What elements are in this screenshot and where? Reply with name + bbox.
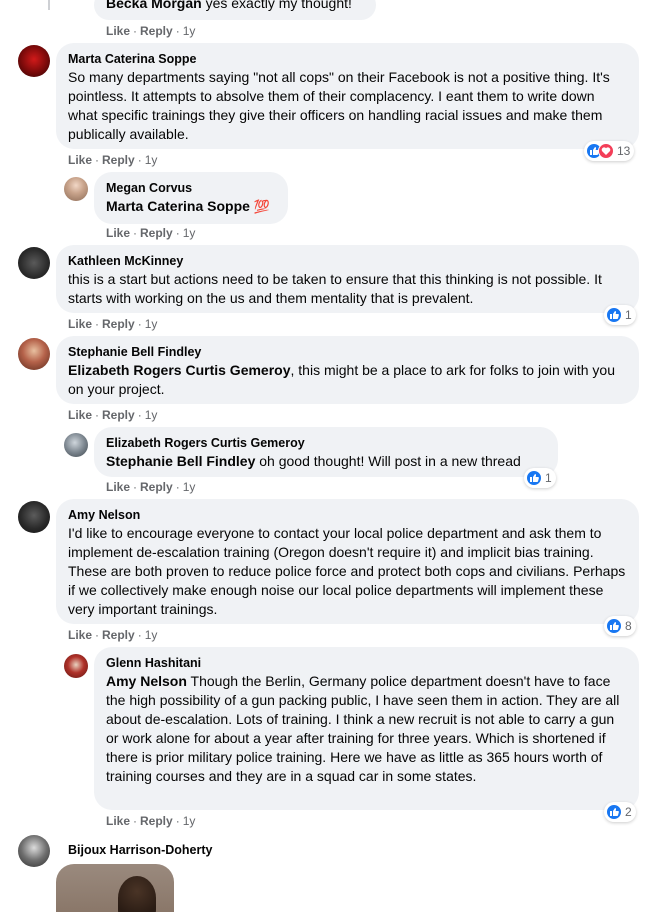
reaction-summary[interactable]: 1 (604, 305, 636, 325)
comment-text: So many departments saying "not all cops… (68, 69, 610, 142)
like-button[interactable]: Like (68, 317, 92, 331)
comment-author[interactable]: Stephanie Bell Findley (68, 344, 627, 360)
reply-button[interactable]: Reply (140, 814, 173, 828)
mention-link[interactable]: Amy Nelson (106, 673, 187, 689)
reply-button[interactable]: Reply (102, 317, 135, 331)
reaction-count: 13 (617, 144, 631, 158)
comment-actions: Like · Reply · 1y (106, 24, 196, 38)
comment-bubble: Elizabeth Rogers Curtis Gemeroy Stephani… (94, 427, 558, 477)
avatar[interactable] (18, 247, 50, 279)
comment-time[interactable]: 1y (145, 317, 158, 331)
comment-bubble: Becka Morgan yes exactly my thought! (94, 0, 376, 20)
reply-button[interactable]: Reply (102, 628, 135, 642)
comment-author[interactable]: Becka Morgan (106, 0, 202, 11)
like-button[interactable]: Like (106, 814, 130, 828)
like-button[interactable]: Like (68, 628, 92, 642)
comment-time[interactable]: 1y (183, 480, 196, 494)
reaction-count: 1 (625, 308, 632, 322)
reply-button[interactable]: Reply (140, 226, 173, 240)
reaction-summary[interactable]: 1 (524, 468, 556, 488)
avatar[interactable] (64, 177, 88, 201)
comment-author[interactable]: Glenn Hashitani (106, 655, 627, 671)
avatar[interactable] (18, 501, 50, 533)
comment-actions: Like · Reply · 1y (106, 226, 196, 240)
avatar[interactable] (64, 654, 88, 678)
comment-author[interactable]: Amy Nelson (68, 507, 627, 523)
comment-text: Marta Caterina Soppe 💯 (106, 197, 276, 216)
like-button[interactable]: Like (68, 153, 92, 167)
like-icon (526, 470, 542, 486)
comment-actions: Like · Reply · 1y (106, 480, 196, 494)
comment-text: Amy Nelson Though the Berlin, Germany po… (106, 673, 620, 784)
comment-bubble: Marta Caterina Soppe So many departments… (56, 43, 639, 149)
avatar[interactable] (18, 835, 50, 867)
reply-button[interactable]: Reply (140, 24, 173, 38)
like-icon (606, 804, 622, 820)
hundred-emoji: 💯 (253, 199, 271, 214)
comment-text: I'd like to encourage everyone to contac… (68, 525, 626, 617)
comment-time[interactable]: 1y (183, 226, 196, 240)
comment-text: Stephanie Bell Findley oh good thought! … (106, 453, 521, 469)
avatar[interactable] (18, 338, 50, 370)
avatar[interactable] (64, 433, 88, 457)
like-icon (606, 307, 622, 323)
like-button[interactable]: Like (106, 480, 130, 494)
reply-button[interactable]: Reply (102, 408, 135, 422)
reaction-count: 1 (545, 471, 552, 485)
comment-bubble: Megan Corvus Marta Caterina Soppe 💯 (94, 172, 288, 224)
comment-actions: Like · Reply · 1y (68, 628, 158, 642)
mention-link[interactable]: Marta Caterina Soppe (106, 198, 250, 214)
like-button[interactable]: Like (68, 408, 92, 422)
reaction-count: 8 (625, 619, 632, 633)
comment-bubble: Glenn Hashitani Amy Nelson Though the Be… (94, 647, 639, 810)
comment-text: Becka Morgan yes exactly my thought! (106, 0, 352, 11)
comment-author[interactable]: Marta Caterina Soppe (68, 51, 627, 67)
reaction-summary[interactable]: 13 (584, 141, 635, 161)
comment-author[interactable]: Megan Corvus (106, 180, 276, 196)
comment-text: this is a start but actions need to be t… (68, 271, 602, 306)
comment-time[interactable]: 1y (183, 24, 196, 38)
comment-actions: Like · Reply · 1y (68, 317, 158, 331)
comment-actions: Like · Reply · 1y (68, 408, 158, 422)
comment-author[interactable]: Elizabeth Rogers Curtis Gemeroy (106, 435, 546, 451)
comment-author[interactable]: Bijoux Harrison-Doherty (68, 842, 212, 858)
reaction-count: 2 (625, 805, 632, 819)
like-button[interactable]: Like (106, 226, 130, 240)
reaction-summary[interactable]: 8 (604, 616, 636, 636)
avatar[interactable] (18, 45, 50, 77)
comment-time[interactable]: 1y (145, 408, 158, 422)
comment-time[interactable]: 1y (183, 814, 196, 828)
comment-text: Elizabeth Rogers Curtis Gemeroy, this mi… (68, 362, 616, 397)
mention-link[interactable]: Elizabeth Rogers Curtis Gemeroy (68, 362, 291, 378)
love-icon (598, 143, 614, 159)
comment-time[interactable]: 1y (145, 153, 158, 167)
reaction-summary[interactable]: 2 (604, 802, 636, 822)
comment-author[interactable]: Kathleen McKinney (68, 253, 627, 269)
attached-photo[interactable] (56, 864, 174, 912)
comment-bubble: Stephanie Bell Findley Elizabeth Rogers … (56, 336, 639, 404)
thread-line (48, 0, 50, 10)
comment-bubble: Amy Nelson I'd like to encourage everyon… (56, 499, 639, 624)
reply-button[interactable]: Reply (140, 480, 173, 494)
comment-time[interactable]: 1y (145, 628, 158, 642)
like-button[interactable]: Like (106, 24, 130, 38)
mention-link[interactable]: Stephanie Bell Findley (106, 453, 255, 469)
reply-button[interactable]: Reply (102, 153, 135, 167)
comment-bubble: Kathleen McKinney this is a start but ac… (56, 245, 639, 313)
comment-actions: Like · Reply · 1y (106, 814, 196, 828)
like-icon (606, 618, 622, 634)
comment-actions: Like · Reply · 1y (68, 153, 158, 167)
photo-person-silhouette (118, 876, 156, 912)
